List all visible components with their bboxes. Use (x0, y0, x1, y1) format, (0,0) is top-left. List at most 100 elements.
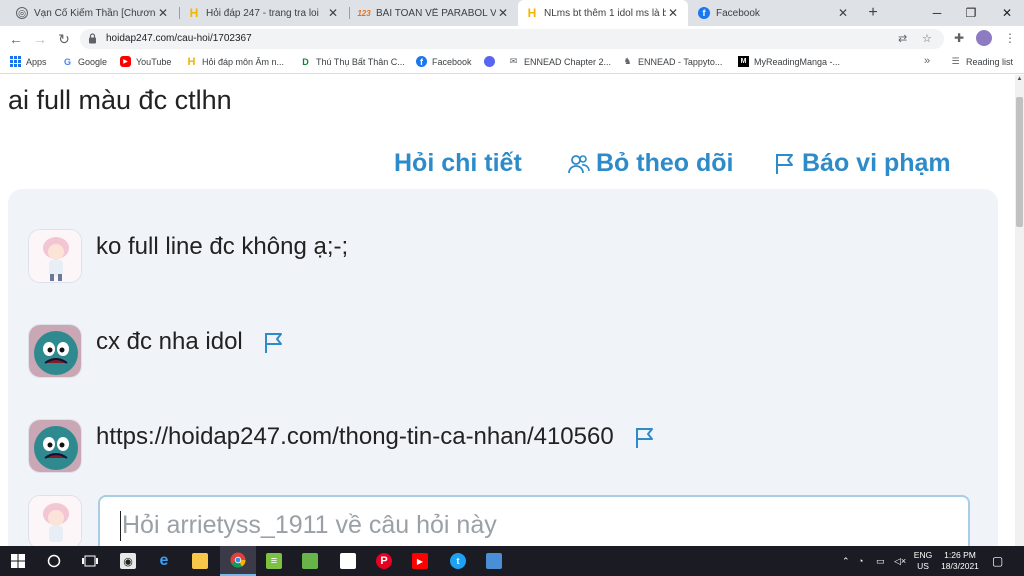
tab-van-co-kiem-than[interactable]: ◎ Vạn Cổ Kiếm Thần [Chương 37 ✕ (8, 0, 178, 26)
close-tab-icon[interactable]: ✕ (156, 6, 170, 20)
myreadingmanga-icon: M (738, 56, 749, 67)
discord-icon (484, 56, 495, 67)
bookmark-facebook[interactable]: f Facebook (416, 56, 472, 67)
folder-icon (192, 553, 208, 569)
report-flag-icon[interactable] (263, 331, 285, 355)
gumball-avatar[interactable] (28, 324, 82, 378)
language-indicator[interactable]: ENG US (912, 550, 934, 572)
maximize-button[interactable]: ❐ (954, 0, 988, 26)
document-icon (340, 553, 356, 569)
bookmark-thu-thu[interactable]: D Thú Thụ Bất Thân C... (300, 56, 405, 67)
scroll-up-icon[interactable]: ▲ (1015, 75, 1024, 84)
bookmark-label: Google (78, 56, 108, 67)
comment-text: cx đc nha idol (96, 328, 243, 355)
page-content: ai full màu đc ctlhn Hỏi chi tiết Bỏ the… (0, 75, 1024, 546)
report-label: Báo vi phạm (802, 149, 951, 177)
taskbar-twitter[interactable]: t (440, 546, 476, 576)
back-button[interactable]: ← (6, 30, 26, 48)
minimize-button[interactable]: ─ (920, 0, 954, 26)
taskbar-app-window[interactable] (476, 546, 512, 576)
menu-icon[interactable]: ⋮ (1004, 31, 1016, 45)
address-bar[interactable]: hoidap247.com/cau-hoi/1702367 ⇄ ☆ (80, 29, 944, 49)
taskbar-pinterest[interactable]: P (366, 546, 402, 576)
taskbar-app-bluestacks[interactable]: ≡ (256, 546, 292, 576)
bookmark-apps[interactable]: Apps (10, 56, 47, 67)
tab-facebook[interactable]: f Facebook ✕ (690, 0, 858, 26)
taskbar-camera[interactable]: ◉ (110, 546, 146, 576)
lock-icon (89, 33, 96, 44)
reply-input[interactable]: Hỏi arrietyss_1911 về câu hỏi này (98, 495, 970, 546)
unfollow-label: Bỏ theo dõi (596, 149, 734, 177)
battery-icon[interactable]: ▭ (876, 546, 885, 576)
report-button[interactable]: Báo vi phạm (774, 149, 951, 178)
edge-icon: e (159, 552, 169, 569)
bookmark-star-icon[interactable]: ☆ (922, 32, 932, 45)
bookmark-label: YouTube (136, 56, 172, 67)
volume-icon[interactable]: ◁× (894, 546, 906, 576)
chrome-icon (230, 552, 246, 568)
123doc-icon: 123 (357, 8, 371, 18)
youtube-icon: ▶ (120, 56, 131, 67)
network-icon[interactable]: ◔ (858, 546, 863, 576)
close-tab-icon[interactable]: ✕ (666, 6, 680, 20)
comment-text-row: https://hoidap247.com/thong-tin-ca-nhan/… (96, 423, 656, 451)
more-bookmarks-button[interactable]: » (924, 55, 930, 67)
close-window-button[interactable]: ✕ (990, 0, 1024, 26)
text-caret (120, 511, 121, 541)
tab-parabol[interactable]: 123 BÀI TOÁN VỀ PARABOL VÀ ĐƯ ✕ (350, 0, 518, 26)
reload-button[interactable]: ↻ (54, 30, 74, 48)
reading-list-label: Reading list (966, 56, 1014, 67)
comments-panel: ko full line đc không ạ;-; cx đc nha ido… (8, 189, 998, 546)
url-text: hoidap247.com/cau-hoi/1702367 (106, 33, 252, 44)
new-tab-button[interactable]: + (864, 4, 882, 22)
bookmark-google[interactable]: G Google (62, 56, 107, 67)
bookmark-youtube[interactable]: ▶ YouTube (120, 56, 171, 67)
close-tab-icon[interactable]: ✕ (496, 6, 510, 20)
tab-title: Hỏi đáp 247 - trang tra loi (206, 7, 319, 19)
windows-icon (11, 554, 25, 568)
ennead-icon: ✉ (509, 56, 518, 66)
search-button[interactable] (36, 546, 72, 576)
system-clock[interactable]: 1:26 PM 18/3/2021 (936, 550, 984, 572)
tab-hoidap-247[interactable]: H Hỏi đáp 247 - trang tra loi ✕ (180, 0, 348, 26)
ennead-icon: ♞ (623, 56, 632, 66)
reply-placeholder: Hỏi arrietyss_1911 về câu hỏi này (122, 511, 497, 539)
reading-list-button[interactable]: ☰ Reading list (950, 56, 1013, 67)
anime-girl-avatar[interactable] (28, 229, 82, 283)
youtube-icon: ▶ (412, 553, 428, 569)
bookmark-ennead-tappytoon[interactable]: ♞ ENNEAD - Tappyto... (622, 56, 722, 67)
bookmark-label: Apps (26, 56, 47, 67)
task-view-button[interactable] (72, 546, 108, 576)
report-flag-icon[interactable] (634, 426, 656, 450)
show-hidden-icons[interactable]: ⌃ (842, 546, 850, 576)
profile-avatar[interactable] (976, 30, 992, 46)
taskbar-edge[interactable]: e (146, 546, 182, 576)
taskbar-chrome[interactable] (220, 546, 256, 576)
scroll-thumb[interactable] (1016, 97, 1023, 227)
page-scrollbar[interactable]: ▲ (1015, 75, 1024, 546)
tab-active-question[interactable]: H NLms bt thêm 1 idol ms là bơ ✕ (518, 0, 688, 26)
unfollow-button[interactable]: Bỏ theo dõi (568, 149, 733, 178)
bookmark-label: ENNEAD - Tappyto... (638, 56, 723, 67)
notification-icon[interactable]: ▢ (992, 546, 1003, 576)
comment-link-text: https://hoidap247.com/thong-tin-ca-nhan/… (96, 423, 614, 450)
taskbar-notepad[interactable] (330, 546, 366, 576)
gumball-avatar[interactable] (28, 419, 82, 473)
close-tab-icon[interactable]: ✕ (836, 6, 850, 20)
bookmark-ennead-chapter[interactable]: ✉ ENNEAD Chapter 2... (508, 56, 611, 67)
extensions-icon[interactable]: ✚ (954, 31, 964, 45)
ask-detail-button[interactable]: Hỏi chi tiết (394, 149, 522, 178)
bookmark-label: Thú Thụ Bất Thân C... (316, 56, 405, 67)
bookmark-hoidap-am-nhac[interactable]: H Hỏi đáp môn Âm n... (186, 56, 285, 68)
taskbar-youtube[interactable]: ▶ (402, 546, 438, 576)
clock-date: 18/3/2021 (941, 561, 979, 571)
start-button[interactable] (0, 546, 36, 576)
close-tab-icon[interactable]: ✕ (326, 6, 340, 20)
taskbar-app-green[interactable] (292, 546, 328, 576)
forward-button[interactable]: → (30, 30, 50, 48)
translate-icon[interactable]: ⇄ (898, 32, 907, 45)
taskbar-file-explorer[interactable] (182, 546, 218, 576)
bookmark-discord[interactable] (484, 56, 500, 67)
anime-girl-avatar (28, 495, 82, 546)
bookmark-myreadingmanga[interactable]: M MyReadingManga -... (738, 56, 840, 67)
